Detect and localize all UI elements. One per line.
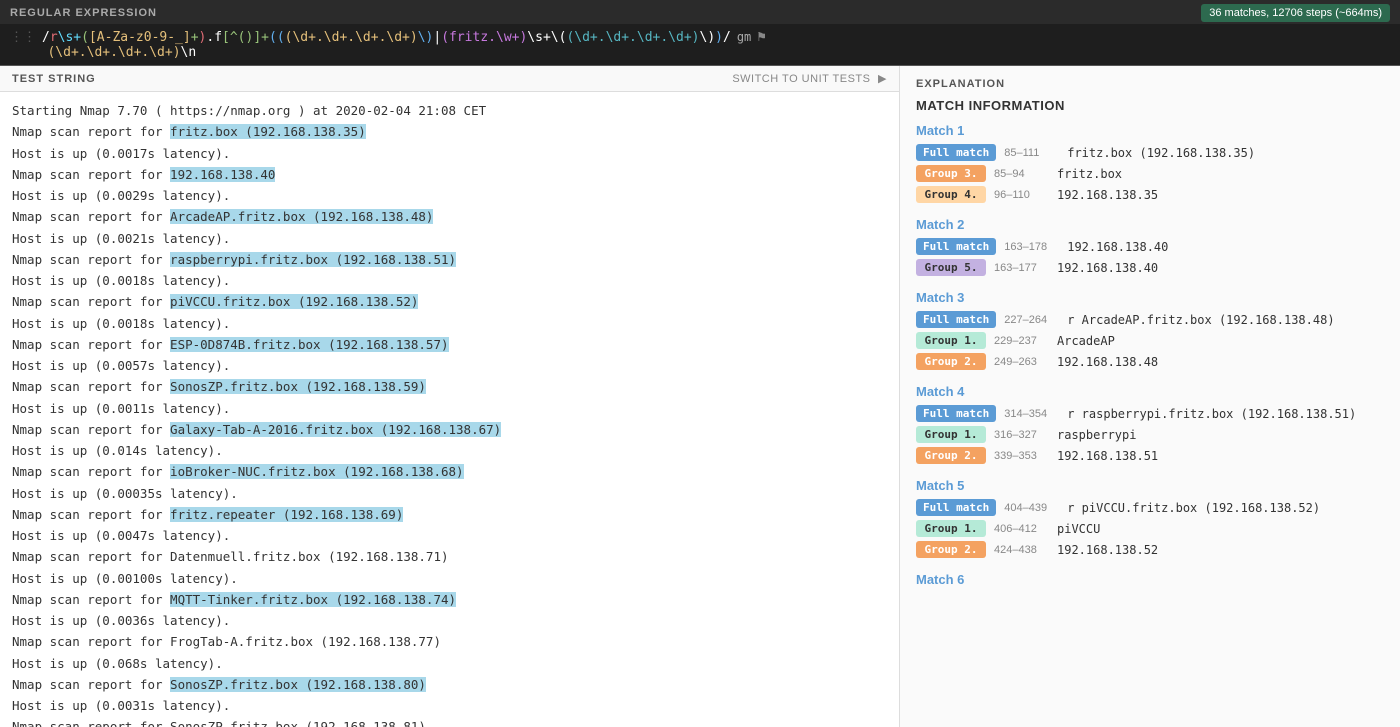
match-title-6: Match 6 (916, 572, 1384, 587)
match-row-4-3: Group 2. 339–353 192.168.138.51 (916, 447, 1384, 464)
match-row-2-2: Group 5. 163–177 192.168.138.40 (916, 259, 1384, 276)
match-row-4-2: Group 1. 316–327 raspberrypi (916, 426, 1384, 443)
match-range-4-3: 339–353 (994, 450, 1049, 462)
regex-input[interactable]: ⋮⋮ / r \s+ ( [A-Za-z0-9-_] + ) .f [^() ]… (0, 24, 1400, 66)
match-range-1-2: 85–94 (994, 168, 1049, 180)
regex-drag-handle: ⋮⋮ (10, 30, 36, 45)
match-value-3-1: r ArcadeAP.fritz.box (192.168.138.48) (1067, 313, 1334, 327)
match-badge-4-1: Full match (916, 405, 996, 422)
match-range-1-1: 85–111 (1004, 147, 1059, 159)
regex-open-delim: / (42, 30, 50, 45)
match-badge-1-1: Full match (916, 144, 996, 161)
match-range-5-3: 424–438 (994, 544, 1049, 556)
test-string-header: TEST STRING SWITCH TO UNIT TESTS ▶ (0, 66, 899, 92)
match-value-4-1: r raspberrypi.fritz.box (192.168.138.51) (1067, 407, 1356, 421)
match-row-3-2: Group 1. 229–237 ArcadeAP (916, 332, 1384, 349)
match-range-2-1: 163–178 (1004, 241, 1059, 253)
regex-token-charset: [A-Za-z0-9-_] (89, 30, 191, 45)
match-title-4: Match 4 (916, 384, 1384, 399)
match-block-6: Match 6 (916, 572, 1384, 587)
match-range-1-3: 96–110 (994, 189, 1049, 201)
match-block-1: Match 1 Full match 85–111 fritz.box (192.16… (916, 123, 1384, 203)
match-badge-1-2: Group 3. (916, 165, 986, 182)
match-row-5-1: Full match 404–439 r piVCCU.fritz.box (192… (916, 499, 1384, 516)
explanation-label: EXPLANATION (916, 78, 1384, 90)
regex-label: REGULAR EXPRESSION (10, 7, 157, 19)
switch-unit-tests-button[interactable]: SWITCH TO UNIT TESTS ▶ (732, 72, 887, 85)
regex-token-r: r (50, 30, 58, 45)
match-value-3-3: 192.168.138.48 (1057, 355, 1158, 369)
match-title-3: Match 3 (916, 290, 1384, 305)
match-row-4-1: Full match 314–354 r raspberrypi.fritz.box… (916, 405, 1384, 422)
match-row-5-2: Group 1. 406–412 piVCCU (916, 520, 1384, 537)
match-badge-3-3: Group 2. (916, 353, 986, 370)
regex-token-dot1: ) (199, 30, 207, 45)
match-info-label: MATCH INFORMATION (916, 98, 1384, 113)
match-title-1: Match 1 (916, 123, 1384, 138)
regex-flags: gm ⚑ (737, 29, 766, 45)
match-badge-3-1: Full match (916, 311, 996, 328)
match-badge-5-1: Full match (916, 499, 996, 516)
match-value-5-1: r piVCCU.fritz.box (192.168.138.52) (1067, 501, 1320, 515)
regex-close-delim: / (723, 30, 731, 45)
match-row-2-1: Full match 163–178 192.168.138.40 (916, 238, 1384, 255)
match-value-4-3: 192.168.138.51 (1057, 449, 1158, 463)
match-badge-5-2: Group 1. (916, 520, 986, 537)
match-range-3-3: 249–263 (994, 356, 1049, 368)
match-block-2: Match 2Full match163–178192.168.138.40Gr… (916, 217, 1384, 276)
match-badge-3-2: Group 1. (916, 332, 986, 349)
right-panel: EXPLANATION MATCH INFORMATION Match 1 Ful… (900, 66, 1400, 727)
match-title-2: Match 2 (916, 217, 1384, 232)
regex-token-bracket: [^() (222, 30, 253, 45)
regex-token-plus: + (191, 30, 199, 45)
match-value-4-2: raspberrypi (1057, 428, 1136, 442)
match-title-5: Match 5 (916, 478, 1384, 493)
match-range-3-2: 229–237 (994, 335, 1049, 347)
match-range-4-1: 314–354 (1004, 408, 1059, 420)
match-badge-4-3: Group 2. (916, 447, 986, 464)
match-value-2-1: 192.168.138.40 (1067, 240, 1168, 254)
regex-token-dot-f: .f (206, 30, 222, 45)
regex-match-badge: 36 matches, 12706 steps (~664ms) (1201, 4, 1390, 22)
match-range-5-2: 406–412 (994, 523, 1049, 535)
matches-container: Match 1 Full match 85–111 fritz.box (192.16… (916, 123, 1384, 601)
match-range-3-1: 227–264 (1004, 314, 1059, 326)
regex-token-s: \s+ (58, 30, 81, 45)
regex-flag-icon: ⚑ (757, 29, 765, 45)
match-row-1-3: Group 4. 96–110 192.168.138.35 (916, 186, 1384, 203)
match-row-5-3: Group 2. 424–438 192.168.138.52 (916, 541, 1384, 558)
match-range-4-2: 316–327 (994, 429, 1049, 441)
test-string-label: TEST STRING (12, 73, 96, 85)
match-block-4: Match 4 Full match 314–354 r raspberrypi.fr… (916, 384, 1384, 464)
match-block-5: Match 5 Full match 404–439 r piVCCU.fritz.b… (916, 478, 1384, 558)
match-badge-5-3: Group 2. (916, 541, 986, 558)
match-row-1-1: Full match 85–111 fritz.box (192.168.138.3… (916, 144, 1384, 161)
test-string-area[interactable]: Starting Nmap 7.70 ( https://nmap.org ) … (0, 92, 899, 727)
match-value-2-2: 192.168.138.40 (1057, 261, 1158, 275)
match-badge-1-3: Group 4. (916, 186, 986, 203)
regex-token-group-char: ( (81, 30, 89, 45)
match-value-1-2: fritz.box (1057, 167, 1122, 181)
match-value-1-3: 192.168.138.35 (1057, 188, 1158, 202)
match-range-5-1: 404–439 (1004, 502, 1059, 514)
match-value-3-2: ArcadeAP (1057, 334, 1115, 348)
match-block-3: Match 3 Full match 227–264 r ArcadeAP.fritz… (916, 290, 1384, 370)
switch-arrow-icon: ▶ (878, 73, 887, 85)
match-row-3-1: Full match 227–264 r ArcadeAP.fritz.box (1… (916, 311, 1384, 328)
match-badge-2-1: Full match (916, 238, 996, 255)
match-badge-2-2: Group 5. (916, 259, 986, 276)
match-value-1-1: fritz.box (192.168.138.35) (1067, 146, 1255, 160)
match-value-5-2: piVCCU (1057, 522, 1100, 536)
match-row-1-2: Group 3. 85–94 fritz.box (916, 165, 1384, 182)
left-panel: TEST STRING SWITCH TO UNIT TESTS ▶ Start… (0, 66, 900, 727)
regex-token-paren1: (( (269, 30, 285, 45)
match-row-3-3: Group 2. 249–263 192.168.138.48 (916, 353, 1384, 370)
match-range-2-2: 163–177 (994, 262, 1049, 274)
match-badge-4-2: Group 1. (916, 426, 986, 443)
match-value-5-3: 192.168.138.52 (1057, 543, 1158, 557)
